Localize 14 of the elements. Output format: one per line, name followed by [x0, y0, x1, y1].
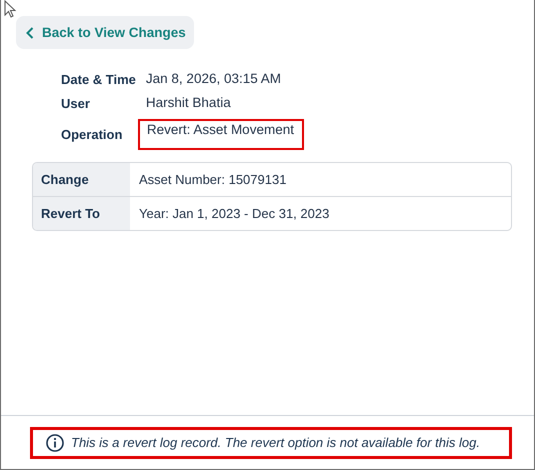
- detail-label: Operation: [61, 127, 122, 142]
- detail-label: Date & Time: [61, 72, 136, 86]
- detail-value: Jan 8, 2026, 03:15 AM: [144, 71, 282, 87]
- table-cell-text: Year: Jan 1, 2023 - Dec 31, 2023: [138, 205, 330, 223]
- info-icon: [46, 434, 64, 452]
- notice-text: This is a revert log record. The revert option is not available for this log.: [71, 435, 480, 450]
- table-cell-text: Asset Number: 15079131: [138, 171, 288, 189]
- table-header-cell: Change: [33, 163, 130, 196]
- table-header-cell: Revert To: [33, 197, 130, 230]
- detail-value: Harshit Bhatia: [144, 95, 231, 111]
- chevron-left-icon: [26, 26, 34, 38]
- detail-value: Revert: Asset Movement: [138, 119, 304, 150]
- detail-label: User: [61, 96, 90, 110]
- back-button[interactable]: Back to View Changes: [16, 16, 194, 49]
